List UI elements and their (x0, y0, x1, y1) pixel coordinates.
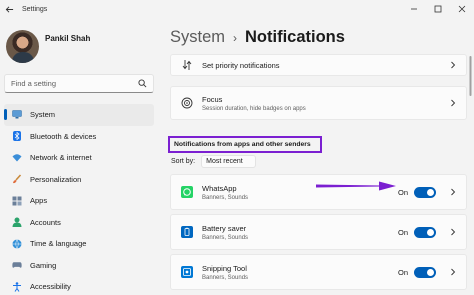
sort-dropdown[interactable]: Most recent (201, 155, 257, 168)
toggle-switch[interactable] (414, 186, 436, 198)
app-subtitle: Banners, Sounds (202, 274, 249, 281)
sidebar-item-network[interactable]: Network & internet (4, 147, 154, 169)
page-title: Notifications (245, 28, 345, 46)
search-icon (138, 79, 147, 88)
gaming-icon (12, 260, 22, 270)
toggle-state: On (397, 187, 408, 197)
sort-value: Most recent (206, 158, 243, 165)
sidebar-item-label: Bluetooth & devices (30, 131, 97, 141)
apps-icon (12, 196, 22, 206)
accessibility-icon (12, 281, 22, 292)
notification-toggle[interactable]: On (397, 226, 436, 238)
sidebar-item-label: Network & internet (30, 153, 92, 163)
toggle-switch[interactable] (414, 226, 436, 238)
search-input[interactable] (11, 79, 138, 88)
sidebar: Pankil Shah System Bluetooth & devices N… (0, 18, 162, 295)
app-name: Battery saver (202, 223, 247, 233)
app-title: Settings (22, 5, 48, 13)
app-name: Snipping Tool (202, 263, 247, 273)
maximize-button[interactable] (426, 0, 450, 18)
breadcrumb-parent[interactable]: System (170, 28, 225, 47)
wifi-icon (12, 153, 22, 163)
sidebar-item-gaming[interactable]: Gaming (4, 255, 154, 277)
notification-toggle[interactable]: On (397, 266, 436, 278)
toggle-switch[interactable] (414, 266, 436, 278)
system-icon (12, 110, 22, 120)
card-title: Focus (202, 94, 223, 104)
card-title: Set priority notifications (202, 60, 280, 70)
sidebar-item-label: Personalization (30, 174, 82, 184)
chevron-right-icon (448, 61, 458, 69)
toggle-state: On (397, 227, 408, 237)
app-subtitle: Banners, Sounds (202, 194, 249, 201)
sidebar-item-label: Gaming (30, 260, 57, 270)
close-icon (458, 5, 466, 13)
sort-by: Sort by: Most recent (171, 155, 257, 168)
profile[interactable]: Pankil Shah (6, 30, 90, 63)
app-card-snipping-tool[interactable]: Snipping Tool Banners, Sounds On (170, 254, 467, 290)
chevron-right-icon (448, 99, 458, 107)
focus-icon (181, 97, 193, 109)
sidebar-item-label: Accounts (30, 217, 61, 227)
sidebar-item-label: Apps (30, 196, 48, 206)
sidebar-item-accessibility[interactable]: Accessibility (4, 276, 154, 295)
notification-toggle[interactable]: On (397, 186, 436, 198)
minimize-icon (411, 8, 417, 10)
snipping-tool-icon (181, 266, 193, 278)
sidebar-nav: System Bluetooth & devices Network & int… (4, 104, 154, 295)
sidebar-item-label: Time & language (30, 239, 87, 249)
brush-icon (12, 174, 22, 184)
app-card-battery-saver[interactable]: Battery saver Banners, Sounds On (170, 214, 467, 250)
sort-label: Sort by: (171, 158, 196, 165)
profile-name: Pankil Shah (45, 34, 91, 43)
back-arrow-icon (5, 5, 13, 13)
annotation-arrow-icon (316, 181, 396, 191)
whatsapp-icon (181, 186, 193, 198)
close-button[interactable] (450, 0, 474, 18)
chevron-right-icon (448, 188, 458, 196)
breadcrumb-separator: › (233, 30, 238, 45)
back-button[interactable] (0, 0, 18, 18)
sidebar-item-apps[interactable]: Apps (4, 190, 154, 212)
globe-icon (12, 239, 22, 249)
sidebar-item-personalization[interactable]: Personalization (4, 169, 154, 191)
chevron-right-icon (448, 228, 458, 236)
priority-notifications-card[interactable]: Set priority notifications (170, 54, 467, 76)
battery-saver-icon (181, 226, 193, 238)
account-icon (12, 217, 22, 228)
scrollbar[interactable] (469, 18, 472, 295)
breadcrumb: System › Notifications (170, 28, 345, 47)
sidebar-item-time-language[interactable]: Time & language (4, 233, 154, 255)
toggle-state: On (397, 267, 408, 277)
section-header: Notifications from apps and other sender… (168, 136, 322, 153)
main-content: System › Notifications Set priority noti… (162, 18, 474, 295)
bluetooth-icon (12, 131, 22, 142)
sidebar-item-label: System (30, 110, 56, 120)
sidebar-item-bluetooth[interactable]: Bluetooth & devices (4, 126, 154, 148)
sidebar-item-label: Accessibility (30, 282, 71, 292)
minimize-button[interactable] (402, 0, 426, 18)
avatar (6, 30, 39, 63)
search-box[interactable] (4, 74, 154, 93)
window-controls (402, 0, 474, 18)
app-subtitle: Banners, Sounds (202, 234, 249, 241)
chevron-right-icon (448, 268, 458, 276)
priority-icon (181, 59, 193, 71)
sidebar-item-accounts[interactable]: Accounts (4, 212, 154, 234)
maximize-icon (434, 5, 442, 13)
title-bar: Settings (0, 0, 474, 18)
focus-card[interactable]: Focus Session duration, hide badges on a… (170, 86, 467, 120)
card-subtitle: Session duration, hide badges on apps (202, 105, 306, 112)
sidebar-item-system[interactable]: System (4, 104, 154, 126)
